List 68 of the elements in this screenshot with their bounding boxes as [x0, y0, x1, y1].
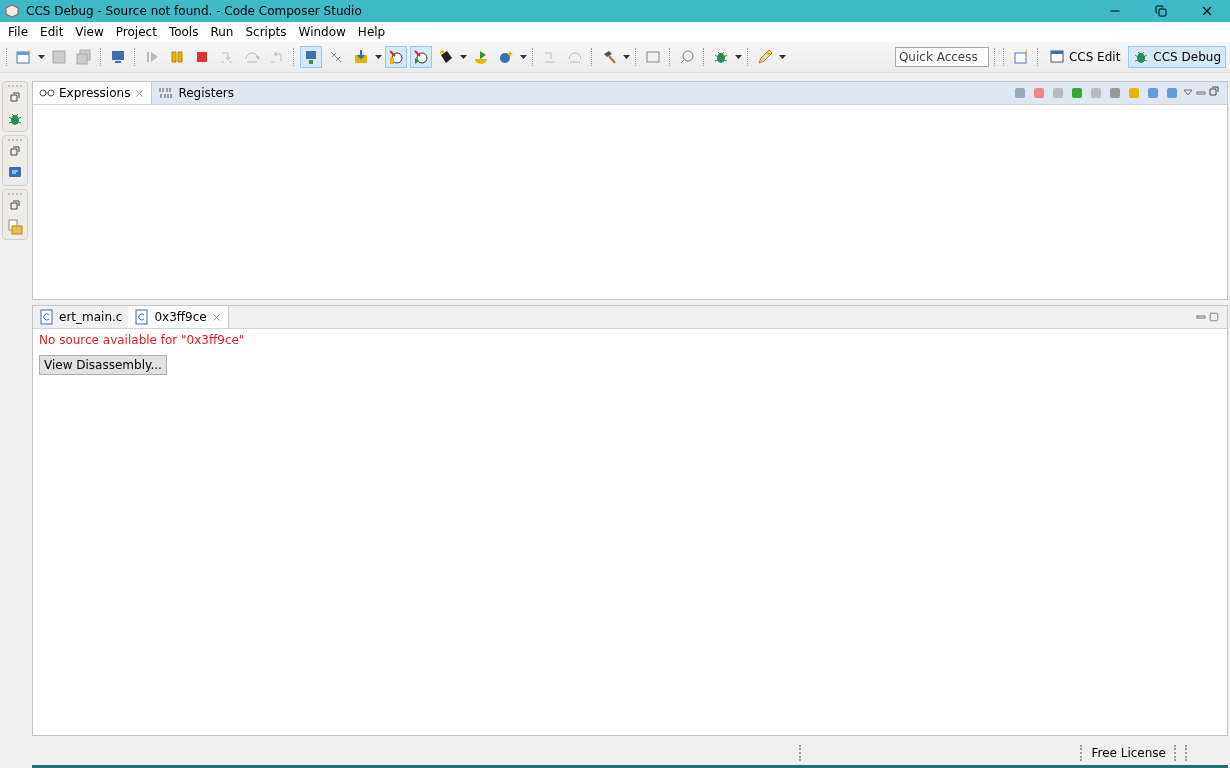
caret-icon [520, 55, 527, 59]
cube-icon [4, 3, 20, 19]
window-title: CCS Debug - Source not found. - Code Composer Studio [26, 4, 363, 18]
menu-item[interactable]: Tools [162, 25, 205, 39]
step-instruction-icon [542, 49, 558, 65]
maximize-icon [1209, 312, 1219, 322]
step-over-icon [244, 49, 260, 65]
menu-item[interactable]: Help [351, 25, 392, 39]
menu-item[interactable]: View [69, 25, 110, 39]
step-over-instruction-icon [567, 49, 583, 65]
bp-button[interactable] [385, 46, 407, 68]
pencil-icon [757, 49, 773, 65]
caret-icon [735, 55, 742, 59]
menu-item[interactable]: File [2, 25, 35, 39]
view-tab[interactable]: Expressions [33, 82, 153, 104]
quick-access-field[interactable]: Quick Access [894, 47, 989, 67]
connect-button[interactable] [300, 46, 322, 68]
close-icon[interactable] [210, 311, 222, 323]
perspective-button[interactable]: CCS Debug [1128, 46, 1226, 68]
link-icon [328, 49, 344, 65]
search-icon [679, 49, 695, 65]
open-perspective-icon [1012, 49, 1029, 65]
close-icon[interactable] [134, 87, 146, 99]
target-connect-icon [303, 49, 319, 65]
caret-icon [38, 55, 45, 59]
load-program-icon [353, 49, 369, 65]
error-message: No source available for "0x3ff9ce" [39, 333, 245, 347]
caret-icon [623, 55, 630, 59]
caret-icon [375, 55, 382, 59]
c-file-icon [134, 309, 151, 325]
window-icon [645, 49, 661, 65]
binary-icon [158, 85, 175, 101]
license-status: Free License [1091, 746, 1166, 760]
c-file-icon [39, 309, 55, 325]
new-file-icon [16, 49, 32, 65]
caret-icon [779, 55, 786, 59]
editor-tab[interactable]: ert_main.c [33, 306, 129, 328]
bp2-button[interactable] [410, 46, 432, 68]
step-into-icon [219, 49, 235, 65]
bug-icon [1133, 49, 1150, 65]
run-icon [473, 49, 489, 65]
menu-item[interactable]: Edit [34, 25, 70, 39]
perspective-button[interactable]: CCS Edit [1043, 46, 1126, 68]
debug-icon [713, 49, 729, 65]
monitor-icon [110, 49, 126, 65]
editor-icon [1048, 49, 1065, 65]
step-return-icon [269, 49, 285, 65]
stop-icon [194, 49, 210, 65]
editor-tab[interactable]: 0x3ff9ce [128, 306, 229, 328]
restore-icon [1155, 5, 1167, 17]
pause-icon [169, 49, 185, 65]
bug-icon [7, 111, 23, 127]
clock-breakpoint-icon [388, 49, 404, 65]
chip-icon [438, 49, 454, 65]
view-disassembly-button[interactable]: View Disassembly... [39, 355, 167, 375]
close-icon [1200, 4, 1214, 18]
menu-item[interactable]: Scripts [239, 25, 293, 39]
sphere-icon [498, 49, 514, 65]
caret-icon [460, 55, 467, 59]
menu-item[interactable]: Run [204, 25, 240, 39]
save-all-icon [76, 49, 92, 65]
folder-icon [7, 219, 23, 235]
view-tab[interactable]: Registers [152, 82, 241, 104]
resume-icon [144, 49, 160, 65]
clock-run-icon [413, 49, 429, 65]
menu-item[interactable]: Project [109, 25, 163, 39]
menu-item[interactable]: Window [292, 25, 352, 39]
save-icon [51, 49, 67, 65]
